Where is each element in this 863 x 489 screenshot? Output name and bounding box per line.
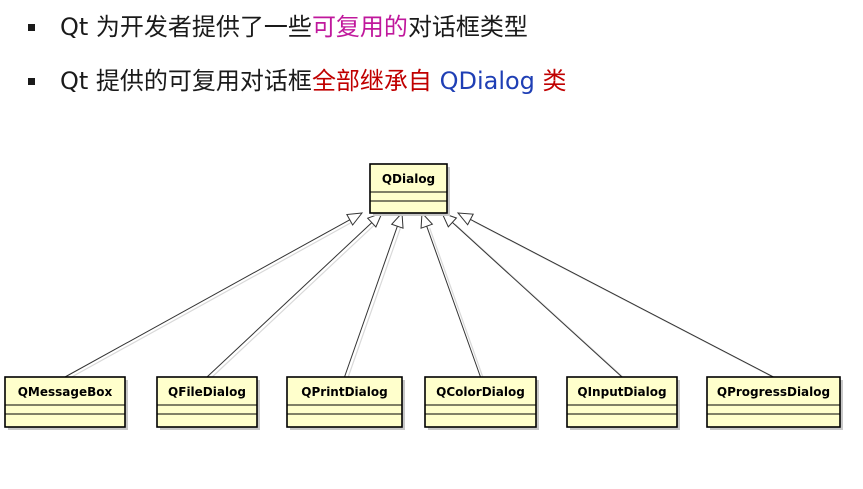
inheritance-line-shadow bbox=[346, 228, 401, 380]
inheritance-line bbox=[344, 226, 398, 378]
inheritance-line-shadow bbox=[454, 223, 626, 380]
inheritance-line-shadow bbox=[429, 227, 485, 380]
inheritance-line bbox=[452, 222, 623, 378]
inheritance-line bbox=[426, 226, 481, 378]
uml-class-diagram: QDialog QMessageBox QFileDialog QPrintDialo… bbox=[4, 163, 843, 430]
class-qcolordialog-name: QColorDialog bbox=[436, 385, 525, 399]
inheritance-line bbox=[470, 219, 774, 378]
inheritance-line bbox=[64, 219, 350, 378]
class-qprogressdialog-name: QProgressDialog bbox=[717, 385, 830, 399]
class-qinputdialog-name: QInputDialog bbox=[577, 385, 666, 399]
class-qfiledialog-name: QFileDialog bbox=[168, 385, 246, 399]
class-qmessagebox-name: QMessageBox bbox=[18, 385, 113, 399]
hollow-triangle-arrowhead bbox=[456, 212, 474, 226]
class-qprintdialog-name: QPrintDialog bbox=[301, 385, 387, 399]
inheritance-line bbox=[206, 222, 373, 378]
inheritance-line-shadow bbox=[209, 224, 376, 380]
class-qdialog-name: QDialog bbox=[382, 172, 435, 186]
inheritance-line-shadow bbox=[67, 221, 354, 380]
